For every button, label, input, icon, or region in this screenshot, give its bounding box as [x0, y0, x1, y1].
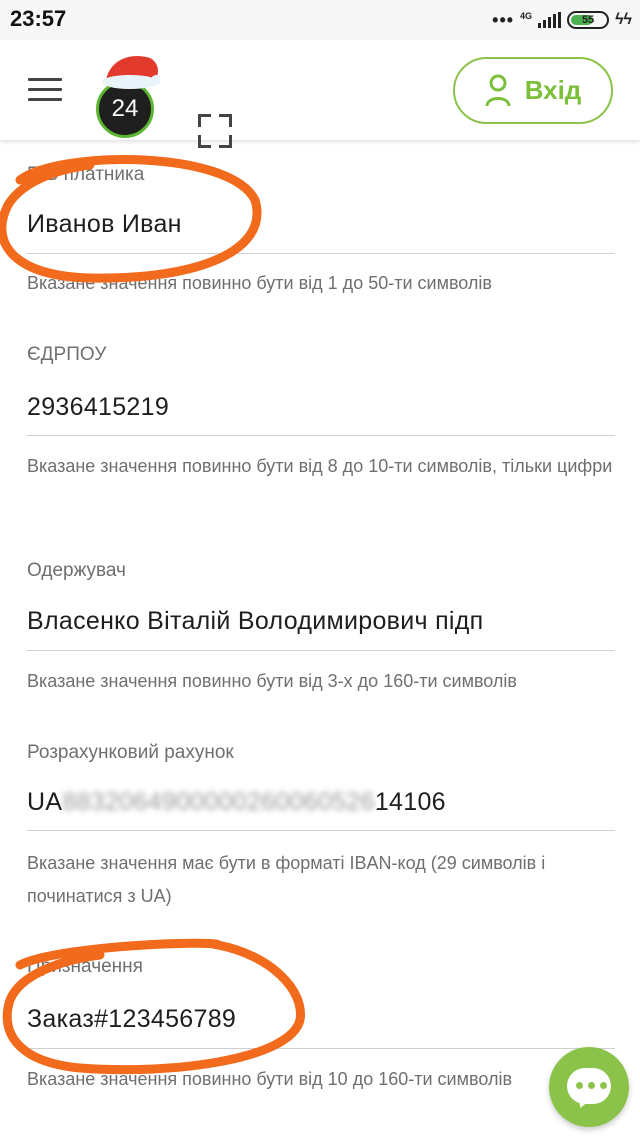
account-hint: Вказане значення має бути в форматі IBAN… — [27, 853, 546, 906]
status-icons: ••• 4G 55 ϟϟ — [492, 8, 632, 32]
login-label: Вхід — [524, 75, 582, 105]
account-masked: 8832064900000260060526 — [62, 788, 375, 816]
purpose-underline — [27, 1048, 615, 1049]
signal-icon — [538, 12, 562, 28]
account-suffix: 14106 — [374, 788, 446, 816]
edrpou-hint: Вказане значення повинно бути від 8 до 1… — [27, 456, 613, 476]
battery-level: 55 — [581, 14, 595, 26]
purpose-hint: Вказане значення повинно бути від 10 до … — [27, 1069, 513, 1089]
purpose-input[interactable]: Заказ#123456789 — [27, 1005, 236, 1034]
user-icon — [485, 74, 511, 106]
payer-name-label: ПІБ платника — [27, 164, 145, 185]
network-type: 4G — [520, 10, 533, 21]
login-button[interactable]: Вхід — [453, 57, 613, 124]
account-underline — [27, 830, 615, 831]
app-header: 24 Вхід — [0, 40, 640, 148]
hamburger-menu-icon[interactable] — [28, 78, 62, 102]
account-prefix: UA — [27, 788, 63, 816]
purpose-label: Призначення — [27, 956, 143, 977]
payer-name-underline — [27, 253, 615, 254]
chat-button[interactable] — [549, 1047, 629, 1127]
edrpou-input[interactable]: 2936415219 — [27, 393, 169, 422]
payer-name-hint: Вказане значення повинно бути від 1 до 5… — [27, 273, 492, 293]
santa-hat-icon — [102, 56, 160, 89]
recipient-underline — [27, 650, 615, 651]
edrpou-underline — [27, 435, 615, 436]
fullscreen-icon[interactable] — [198, 114, 232, 148]
battery-icon: 55 — [567, 11, 610, 29]
charging-icon: ϟϟ — [615, 11, 632, 28]
edrpou-label: ЄДРПОУ — [27, 344, 107, 365]
recipient-label: Одержувач — [27, 560, 126, 581]
more-dots-icon: ••• — [492, 10, 515, 30]
recipient-hint: Вказане значення повинно бути від 3-х до… — [27, 671, 517, 691]
account-label: Розрахунковий рахунок — [27, 742, 234, 763]
status-bar: 23:57 ••• 4G 55 ϟϟ — [0, 0, 640, 40]
account-input[interactable]: UA883206490000026006052614106 — [27, 788, 446, 817]
recipient-input[interactable]: Власенко Віталій Володимирович підп — [27, 607, 484, 636]
status-time: 23:57 — [10, 6, 67, 31]
chat-icon — [567, 1068, 611, 1111]
payer-name-input[interactable]: Иванов Иван — [27, 210, 182, 239]
